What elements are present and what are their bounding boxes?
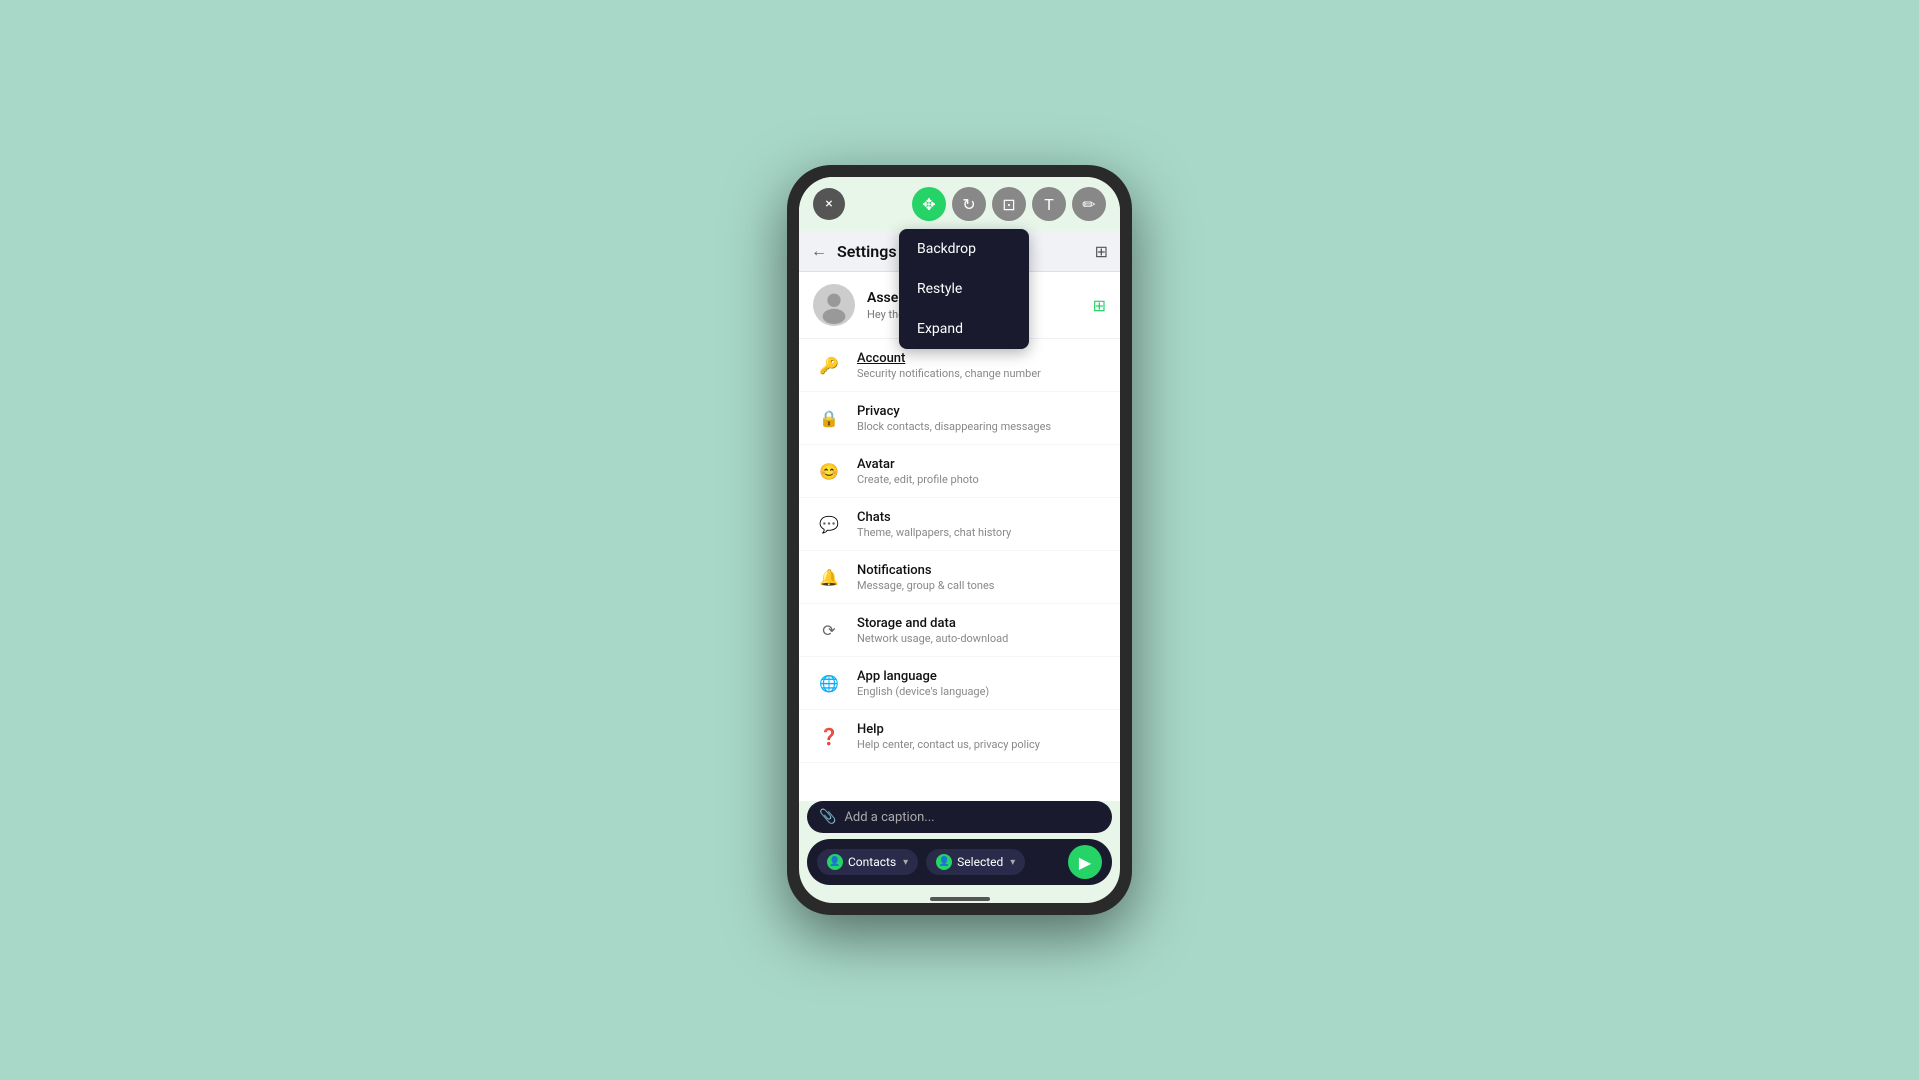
storage-subtitle: Network usage, auto-download xyxy=(857,632,1106,645)
account-title: Account xyxy=(857,351,1106,366)
selected-chevron-icon: ▾ xyxy=(1010,857,1015,868)
chats-icon: 💬 xyxy=(813,508,845,540)
notifications-subtitle: Message, group & call tones xyxy=(857,579,1106,592)
caption-attach-icon: 📎 xyxy=(819,809,836,825)
contacts-pill[interactable]: 👤 Contacts ▾ xyxy=(817,849,918,875)
avatar-item[interactable]: 😊 Avatar Create, edit, profile photo xyxy=(799,445,1120,498)
language-subtitle: English (device's language) xyxy=(857,685,1106,698)
notifications-item[interactable]: 🔔 Notifications Message, group & call to… xyxy=(799,551,1120,604)
back-button[interactable]: ← xyxy=(811,241,827,261)
account-icon: 🔑 xyxy=(813,349,845,381)
privacy-icon: 🔒 xyxy=(813,402,845,434)
notifications-icon: 🔔 xyxy=(813,561,845,593)
privacy-subtitle: Block contacts, disappearing messages xyxy=(857,420,1106,433)
selected-pill[interactable]: 👤 Selected ▾ xyxy=(926,849,1025,875)
avatar-title: Avatar xyxy=(857,457,1106,472)
send-icon: ▶ xyxy=(1079,853,1091,872)
phone-screen: × ✥ ↻ ⊡ T ✏ Backdrop Restyle Expand xyxy=(799,177,1120,903)
send-button[interactable]: ▶ xyxy=(1068,845,1102,879)
help-subtitle: Help center, contact us, privacy policy xyxy=(857,738,1106,751)
chats-item[interactable]: 💬 Chats Theme, wallpapers, chat history xyxy=(799,498,1120,551)
tool-icons: ✥ ↻ ⊡ T ✏ xyxy=(912,187,1106,221)
help-content: Help Help center, contact us, privacy po… xyxy=(857,722,1106,751)
avatar-content: Avatar Create, edit, profile photo xyxy=(857,457,1106,486)
selected-label: Selected xyxy=(957,855,1003,869)
edit-tool-button[interactable]: ✏ xyxy=(1072,187,1106,221)
contacts-label: Contacts xyxy=(848,855,896,869)
notifications-title: Notifications xyxy=(857,563,1106,578)
account-content: Account Security notifications, change n… xyxy=(857,351,1106,380)
home-indicator xyxy=(930,897,990,901)
help-title: Help xyxy=(857,722,1106,737)
language-icon: 🌐 xyxy=(813,667,845,699)
language-title: App language xyxy=(857,669,1106,684)
settings-list: 🔑 Account Security notifications, change… xyxy=(799,339,1120,801)
qr-scan-icon[interactable]: ⊞ xyxy=(1095,242,1108,261)
chats-subtitle: Theme, wallpapers, chat history xyxy=(857,526,1106,539)
account-subtitle: Security notifications, change number xyxy=(857,367,1106,380)
contacts-dot: 👤 xyxy=(827,854,843,870)
language-item[interactable]: 🌐 App language English (device's languag… xyxy=(799,657,1120,710)
avatar-subtitle: Create, edit, profile photo xyxy=(857,473,1106,486)
help-icon: ❓ xyxy=(813,720,845,752)
restyle-menu-item[interactable]: Restyle xyxy=(899,269,1029,309)
profile-qr-icon[interactable]: ⊞ xyxy=(1093,296,1106,315)
backdrop-menu-item[interactable]: Backdrop xyxy=(899,229,1029,269)
phone-device: × ✥ ↻ ⊡ T ✏ Backdrop Restyle Expand xyxy=(787,165,1132,915)
privacy-content: Privacy Block contacts, disappearing mes… xyxy=(857,404,1106,433)
storage-item[interactable]: ⟳ Storage and data Network usage, auto-d… xyxy=(799,604,1120,657)
contacts-chevron-icon: ▾ xyxy=(903,857,908,868)
language-content: App language English (device's language) xyxy=(857,669,1106,698)
avatar xyxy=(813,284,855,326)
cursor-tool-button[interactable]: ✥ xyxy=(912,187,946,221)
storage-title: Storage and data xyxy=(857,616,1106,631)
bottom-bar: 👤 Contacts ▾ 👤 Selected ▾ ▶ xyxy=(807,839,1112,885)
selected-dot: 👤 xyxy=(936,854,952,870)
help-item[interactable]: ❓ Help Help center, contact us, privacy … xyxy=(799,710,1120,763)
caption-bar[interactable]: 📎 Add a caption... xyxy=(807,801,1112,833)
storage-icon: ⟳ xyxy=(813,614,845,646)
text-tool-button[interactable]: T xyxy=(1032,187,1066,221)
caption-input[interactable]: Add a caption... xyxy=(844,810,1100,825)
privacy-title: Privacy xyxy=(857,404,1106,419)
chats-content: Chats Theme, wallpapers, chat history xyxy=(857,510,1106,539)
crop-tool-button[interactable]: ⊡ xyxy=(992,187,1026,221)
chats-title: Chats xyxy=(857,510,1106,525)
avatar-icon: 😊 xyxy=(813,455,845,487)
notifications-content: Notifications Message, group & call tone… xyxy=(857,563,1106,592)
context-menu: Backdrop Restyle Expand xyxy=(899,229,1029,349)
expand-menu-item[interactable]: Expand xyxy=(899,309,1029,349)
privacy-item[interactable]: 🔒 Privacy Block contacts, disappearing m… xyxy=(799,392,1120,445)
storage-content: Storage and data Network usage, auto-dow… xyxy=(857,616,1106,645)
rotate-tool-button[interactable]: ↻ xyxy=(952,187,986,221)
editor-toolbar: × ✥ ↻ ⊡ T ✏ Backdrop Restyle Expand xyxy=(799,177,1120,231)
close-button[interactable]: × xyxy=(813,188,845,220)
